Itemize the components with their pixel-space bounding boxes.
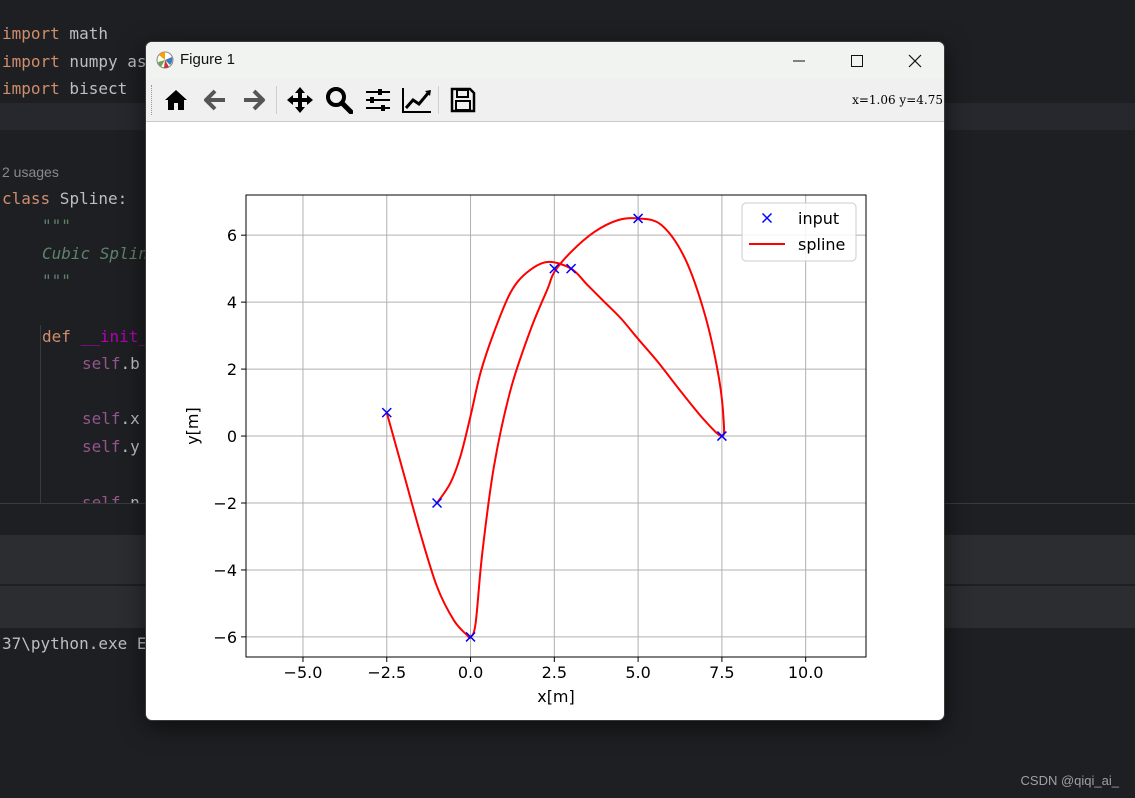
home-icon bbox=[165, 90, 187, 110]
code-line-def: def __init_ bbox=[42, 327, 148, 346]
y-axis-label: y[m] bbox=[183, 407, 202, 445]
axes-frame bbox=[245, 194, 867, 658]
navigation-toolbar: x=1.06 y=4.75 bbox=[146, 79, 944, 122]
y-tick-label: 2 bbox=[227, 360, 237, 379]
y-tick-label: −6 bbox=[213, 628, 237, 647]
usages-hint[interactable]: 2 usages bbox=[2, 164, 59, 180]
terminal-output-line: 37\python.exe E bbox=[2, 634, 147, 653]
code-line-self-b: self.b bbox=[82, 354, 140, 373]
toolbar-grip[interactable] bbox=[151, 85, 155, 115]
y-tick-label: 6 bbox=[227, 226, 237, 245]
code-line-class: class Spline: bbox=[2, 189, 128, 208]
y-tick-label: −2 bbox=[213, 494, 237, 513]
maximize-button[interactable] bbox=[828, 42, 886, 79]
cursor-coordinates: x=1.06 y=4.75 bbox=[852, 93, 943, 107]
watermark: CSDN @qiqi_ai_ bbox=[1020, 773, 1119, 788]
toolbar-separator bbox=[438, 86, 439, 114]
toolbar-separator bbox=[276, 86, 277, 114]
magnifier-icon bbox=[326, 87, 353, 114]
legend-label-input: input bbox=[798, 209, 839, 228]
code-line-self-x: self.x bbox=[82, 409, 140, 428]
plot-canvas[interactable]: −5.0 −2.5 0.0 2.5 5.0 7.5 10.0 −6 −4 −2 0 2 4 6 x[m] y[… bbox=[146, 122, 945, 721]
configure-subplots-button[interactable] bbox=[362, 84, 394, 116]
back-button[interactable] bbox=[199, 84, 231, 116]
legend-label-spline: spline bbox=[798, 235, 845, 254]
docstring-close: """ bbox=[42, 271, 71, 290]
x-tick-label: 2.5 bbox=[542, 663, 567, 682]
line-chart-icon bbox=[402, 88, 431, 113]
matplotlib-figure-window: Figure 1 x=1.06 y=4.75 −5.0 −2.5 0.0 2.5… bbox=[145, 41, 945, 721]
window-title: Figure 1 bbox=[180, 51, 236, 68]
save-button[interactable] bbox=[447, 84, 479, 116]
arrow-right-icon bbox=[244, 89, 265, 111]
x-tick-label: 10.0 bbox=[788, 663, 824, 682]
forward-button[interactable] bbox=[238, 84, 270, 116]
x-tick-label: 7.5 bbox=[709, 663, 734, 682]
pan-button[interactable] bbox=[284, 84, 316, 116]
code-line-self-y: self.y bbox=[82, 437, 140, 456]
floppy-disk-icon bbox=[450, 87, 476, 113]
edit-axes-button[interactable] bbox=[401, 84, 433, 116]
indent-guide bbox=[40, 325, 41, 503]
x-tick-label: 5.0 bbox=[625, 663, 650, 682]
docstring-open: """ bbox=[42, 216, 71, 235]
y-tick-label: 4 bbox=[227, 293, 237, 312]
matplotlib-logo-icon bbox=[156, 51, 174, 69]
minimize-icon bbox=[793, 60, 805, 61]
x-tick-label: −5.0 bbox=[284, 663, 323, 682]
close-button[interactable] bbox=[886, 42, 944, 79]
sliders-icon bbox=[366, 89, 390, 111]
input-point-marker bbox=[566, 263, 577, 274]
code-line-import-math: import math bbox=[2, 24, 108, 43]
x-tick-label: −2.5 bbox=[367, 663, 406, 682]
maximize-icon bbox=[851, 54, 863, 67]
y-tick-label: −4 bbox=[213, 561, 237, 580]
code-line-import-bisect: import bisect bbox=[2, 79, 128, 98]
home-button[interactable] bbox=[160, 84, 192, 116]
close-icon bbox=[908, 54, 922, 67]
y-tick-label: 0 bbox=[227, 427, 237, 446]
x-axis-label: x[m] bbox=[537, 687, 575, 706]
window-titlebar[interactable]: Figure 1 bbox=[146, 42, 944, 79]
pan-move-icon bbox=[287, 87, 313, 113]
docstring-text: Cubic Splin bbox=[42, 244, 148, 263]
zoom-button[interactable] bbox=[323, 84, 355, 116]
x-tick-label: 0.0 bbox=[458, 663, 483, 682]
arrow-left-icon bbox=[204, 89, 225, 111]
spline-curve bbox=[385, 217, 726, 639]
minimize-button[interactable] bbox=[770, 42, 828, 79]
code-line-import-numpy: import numpy as bbox=[2, 52, 147, 71]
